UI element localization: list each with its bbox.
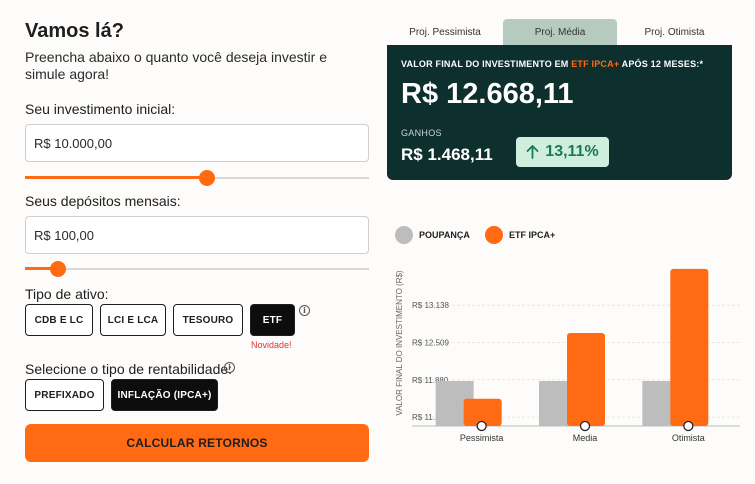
caption-highlight: ETF IPCA+ [571,59,620,69]
arrow-up-icon [526,145,539,159]
y-tick-label: R$ 13.138 [412,301,449,310]
form-title: Vamos lá? [25,20,124,42]
asset-option-lci-lca[interactable]: LCI E LCA [100,304,166,336]
rentabilidade-option-inflacao[interactable]: INFLAÇÃO (IPCA+) [111,379,218,411]
initial-investment-label: Seu investimento inicial: [25,101,176,117]
asset-type-label: Tipo de ativo: [25,286,109,302]
asset-option-etf[interactable]: ETF [250,304,295,336]
asset-option-cdb-lc[interactable]: CDB E LC [25,304,93,336]
monthly-deposit-label: Seus depósitos mensais: [25,193,181,209]
projection-tabs: Proj. Pessimista Proj. Média Proj. Otimi… [387,19,732,45]
tab-pessimista[interactable]: Proj. Pessimista [387,19,503,45]
caption-suffix: APÓS 12 MESES:* [619,59,704,69]
slider-track [25,268,369,270]
bar-marker [579,420,591,432]
result-caption: VALOR FINAL DO INVESTIMENTO EM ETF IPCA+… [401,59,703,69]
gains-label: GANHOS [401,128,442,138]
x-tick-label: Media [573,433,598,443]
initial-investment-input[interactable] [25,124,369,162]
legend-swatch [395,226,413,244]
calculate-button[interactable]: CALCULAR RETORNOS [25,424,369,462]
legend-item-poupanca: POUPANÇA [395,226,470,244]
bar-marker [476,420,487,432]
info-icon[interactable]: i [299,305,310,316]
slider-thumb[interactable] [199,170,216,186]
legend-label: ETF IPCA+ [509,230,556,240]
slider-thumb[interactable] [49,261,66,277]
bar-etf-media [567,333,605,426]
info-icon[interactable]: i [224,362,235,373]
initial-investment-slider[interactable] [25,170,369,186]
form-subtitle: Preencha abaixo o quanto você deseja inv… [25,49,327,82]
final-value: R$ 12.668,11 [401,78,574,110]
gains-percent: 13,11% [545,143,599,160]
x-tick-label: Otimista [672,433,705,443]
new-badge: Novidade! [251,340,292,350]
rentabilidade-option-prefixado[interactable]: PREFIXADO [25,379,104,411]
bar-marker [683,420,694,432]
legend-item-etf: ETF IPCA+ [485,226,555,244]
caption-prefix: VALOR FINAL DO INVESTIMENTO EM [401,59,572,69]
monthly-deposit-input[interactable] [25,216,369,254]
y-tick-label: R$ 12.509 [412,338,449,347]
slider-fill [25,176,208,179]
legend-swatch [485,226,503,244]
asset-option-tesouro[interactable]: TESOURO [173,304,243,336]
bar-etf-otimista [670,268,709,426]
result-card: VALOR FINAL DO INVESTIMENTO EM ETF IPCA+… [387,45,732,180]
legend-label: POUPANÇA [419,230,470,240]
x-tick-label: Pessimista [460,433,504,443]
tab-media[interactable]: Proj. Média [503,19,617,45]
returns-chart: VALOR FINAL DO INVESTIMENTO (R$)R$ 11.25… [395,268,740,443]
y-axis-label: VALOR FINAL DO INVESTIMENTO (R$) [395,270,404,416]
monthly-deposit-slider[interactable] [25,261,369,277]
gains-percent-badge: 13,11% [516,137,609,167]
gains-value: R$ 1.468,11 [401,145,493,164]
tab-otimista[interactable]: Proj. Otimista [617,19,732,45]
rentabilidade-label: Selecione o tipo de rentabilidade: [25,361,233,377]
